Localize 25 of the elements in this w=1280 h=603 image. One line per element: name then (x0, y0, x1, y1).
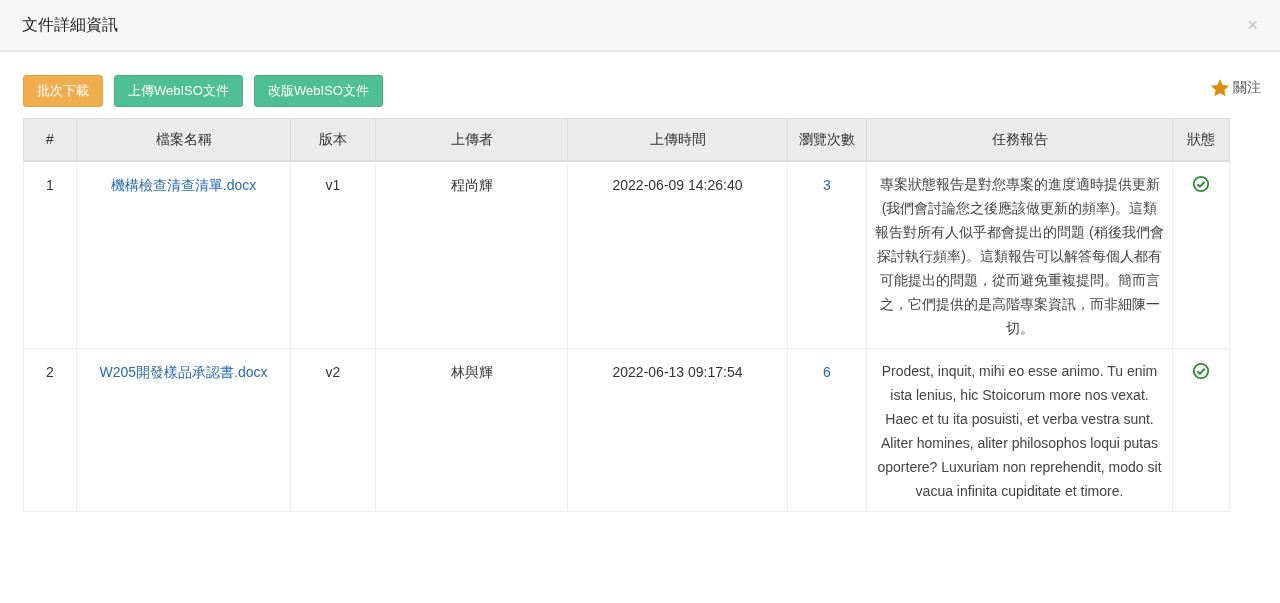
views-link[interactable]: 6 (823, 363, 831, 380)
table-cell: 2 (23, 348, 77, 511)
table-cell: 林與輝 (375, 348, 568, 511)
column-header: 上傳時間 (567, 118, 788, 161)
star-icon[interactable] (1211, 78, 1229, 97)
column-header: 任務報告 (866, 118, 1173, 161)
follow-label[interactable]: 關注 (1233, 77, 1261, 98)
table-cell: 2022-06-09 14:26:40 (567, 160, 788, 348)
table-cell: 1 (23, 160, 77, 348)
column-header: 版本 (290, 118, 376, 161)
file-link[interactable]: 機構檢查清查清單.docx (110, 176, 257, 193)
report-cell: Prodest, inquit, mihi eo esse animo. Tu enim ista lenius, hic Stoicorum more nos vexat. Haec et tu ita posuisti, et verba vestra sunt. Aliter homines, aliter philosophos loqui putas oportere? Luxuriam non reprehendit, modo sit vacua infinita cupiditate et timore. (866, 348, 1173, 511)
table-cell: v2 (290, 348, 376, 511)
table-cell: 2022-06-13 09:17:54 (567, 348, 788, 511)
column-header: 上傳者 (375, 118, 568, 161)
table-cell: 程尚輝 (375, 160, 568, 348)
column-header: 檔案名稱 (76, 118, 291, 161)
column-header: 瀏覽次數 (787, 118, 867, 161)
file-link[interactable]: W205開發樣品承認書.docx (99, 363, 268, 380)
views-link[interactable]: 3 (823, 176, 831, 193)
report-cell: 專案狀態報告是對您專案的進度適時提供更新 (我們會討論您之後應該做更新的頻率)。這類報告對所有人似乎都會提出的問題 (稍後我們會探討執行頻率)。這類報告可以解答每個人都有可能提出的問題，從而避免重複提問。簡而言之，它們提供的是高階專案資訊，而非細陳一切。 (866, 160, 1173, 348)
dialog-title: 文件詳細資訊 (22, 15, 118, 35)
column-header: 狀態 (1172, 118, 1230, 161)
table-cell: v1 (290, 160, 376, 348)
column-header: # (23, 118, 77, 161)
